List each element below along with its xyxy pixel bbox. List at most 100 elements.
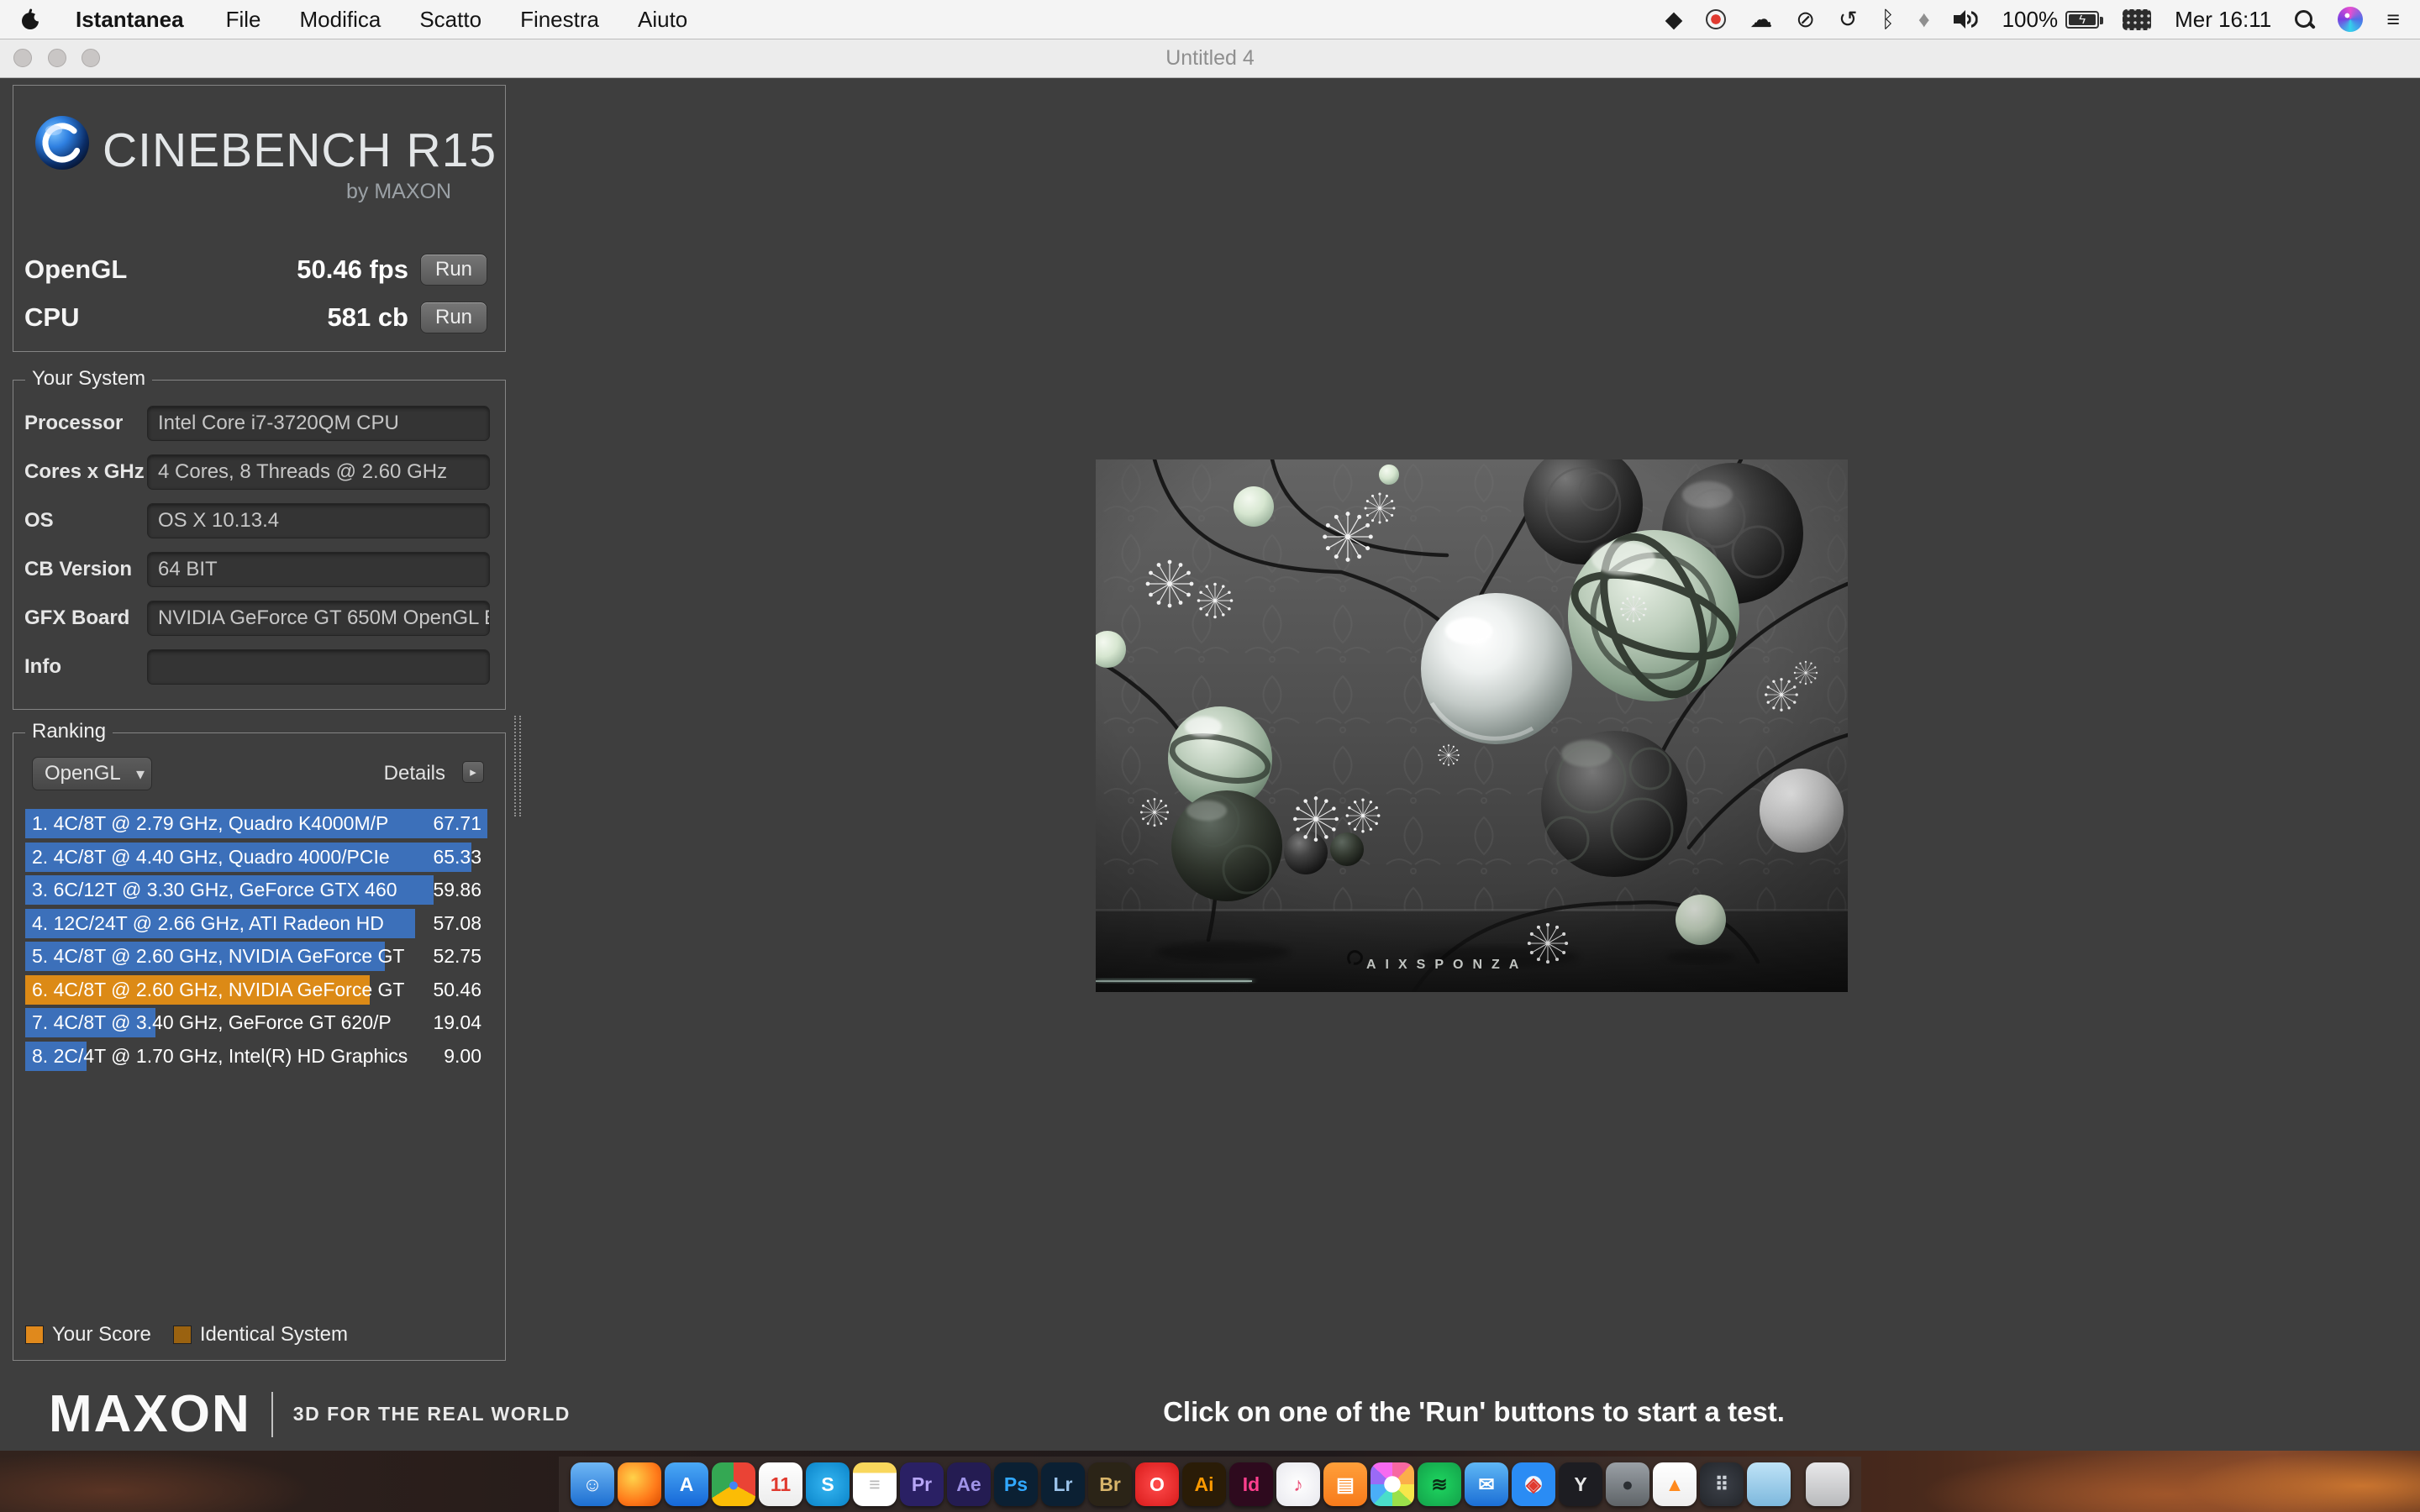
opengl-score: 50.46 fps (297, 255, 408, 285)
cpu-row: CPU 581 cb Run (24, 300, 496, 335)
time-machine-icon[interactable]: ↺ (1839, 8, 1858, 31)
record-indicator-icon[interactable] (1706, 9, 1726, 29)
ranking-row-label: 3. 6C/12T @ 3.30 GHz, GeForce GTX 460 (32, 874, 397, 906)
ranking-row-label: 6. 4C/8T @ 2.60 GHz, NVIDIA GeForce GT (32, 974, 404, 1006)
volume-icon[interactable] (1954, 9, 1979, 29)
dock-icon-finder[interactable]: ☺ (571, 1462, 614, 1506)
dock-icon-indesign[interactable]: Id (1229, 1462, 1273, 1506)
window-title: Untitled 4 (0, 39, 2420, 77)
dock-icon-launchpad[interactable]: ⠿ (1700, 1462, 1744, 1506)
legend-swatch (25, 1326, 44, 1344)
apple-menu-icon[interactable] (20, 8, 40, 31)
ranking-row-label: 4. 12C/24T @ 2.66 GHz, ATI Radeon HD (32, 907, 384, 940)
field-label-gfx-board: GFX Board (24, 606, 147, 630)
battery-icon[interactable]: 100%ϟ (2002, 7, 2100, 33)
opengl-run-button[interactable]: Run (420, 254, 487, 286)
menu-item-scatto[interactable]: Scatto (419, 7, 481, 33)
cpu-run-button[interactable]: Run (420, 302, 487, 333)
dock-icon-chrome[interactable]: ● (712, 1462, 755, 1506)
ranking-row[interactable]: 2. 4C/8T @ 4.40 GHz, Quadro 4000/PCIe65.… (13, 841, 507, 874)
dropbox-icon[interactable]: ◆ (1665, 8, 1683, 31)
dock-icon-opera[interactable]: O (1135, 1462, 1179, 1506)
mail-glyph: ✉ (1478, 1475, 1494, 1494)
dock-icon-photoshop[interactable]: Ps (994, 1462, 1038, 1506)
cloud-sync-icon[interactable]: ☁ (1749, 8, 1772, 31)
dock-icon-premiere[interactable]: Pr (900, 1462, 944, 1506)
lightroom-glyph: Lr (1054, 1475, 1073, 1494)
dock-icon-downloads-folder[interactable] (1747, 1462, 1791, 1506)
dock-icon-itunes[interactable]: ♪ (1276, 1462, 1320, 1506)
field-value-processor: Intel Core i7-3720QM CPU (147, 406, 490, 441)
premiere-glyph: Pr (912, 1475, 932, 1494)
bluetooth-icon[interactable]: ᛒ (1881, 8, 1895, 31)
cpu-label: CPU (24, 302, 79, 333)
clock-icon[interactable]: Mer 16:11 (2175, 7, 2271, 33)
dock-icon-firefox[interactable] (618, 1462, 661, 1506)
dock-icon-bridge[interactable]: Br (1088, 1462, 1132, 1506)
dock-icon-cocktail[interactable]: Y (1559, 1462, 1602, 1506)
airplay-icon[interactable]: ♦ (1918, 8, 1930, 31)
menu-item-modifica[interactable]: Modifica (300, 7, 381, 33)
vlc-glyph: ▲ (1665, 1475, 1685, 1494)
details-disclosure-button[interactable]: ▸ (462, 761, 484, 783)
illustrator-glyph: Ai (1195, 1475, 1214, 1494)
dock-icon-notes[interactable]: ≡ (853, 1462, 897, 1506)
opera-glyph: O (1150, 1475, 1165, 1494)
dock-icon-vlc[interactable]: ▲ (1653, 1462, 1697, 1506)
input-source-icon[interactable] (2123, 9, 2151, 30)
dock-icon-skype[interactable]: S (806, 1462, 850, 1506)
dock-icon-illustrator[interactable]: Ai (1182, 1462, 1226, 1506)
system-row: Cores x GHz4 Cores, 8 Threads @ 2.60 GHz (24, 454, 505, 490)
ranking-row[interactable]: 1. 4C/8T @ 2.79 GHz, Quadro K4000M/P67.7… (13, 807, 507, 841)
cocktail-glyph: Y (1574, 1475, 1586, 1494)
dock-icon-mail[interactable]: ✉ (1465, 1462, 1508, 1506)
menu-item-finestra[interactable]: Finestra (520, 7, 599, 33)
dock-icon-lightroom[interactable]: Lr (1041, 1462, 1085, 1506)
ranking-row-score: 52.75 (433, 940, 481, 973)
ranking-row-label: 2. 4C/8T @ 4.40 GHz, Quadro 4000/PCIe (32, 841, 390, 874)
siri-icon[interactable] (2338, 7, 2363, 32)
dock-icon-calendar[interactable]: 11 (759, 1462, 802, 1506)
field-value-info (147, 649, 490, 685)
app-menu-title[interactable]: Istantanea (76, 7, 184, 33)
system-row: CB Version64 BIT (24, 552, 505, 587)
hint-text: Click on one of the 'Run' buttons to sta… (1054, 1396, 1894, 1428)
ranking-row[interactable]: 7. 4C/8T @ 3.40 GHz, GeForce GT 620/P19.… (13, 1006, 507, 1040)
ranking-filter-dropdown[interactable]: OpenGL ▾ (32, 757, 152, 790)
dock-icon-app-store[interactable]: A (665, 1462, 708, 1506)
menu-item-aiuto[interactable]: Aiuto (638, 7, 687, 33)
ranking-row-label: 8. 2C/4T @ 1.70 GHz, Intel(R) HD Graphic… (32, 1040, 408, 1073)
details-label: Details (384, 762, 445, 785)
dock-icons: ☺A●11S≡PrAePsLrBrOAiId♪▤≋✉◈Y●▲⠿ (559, 1457, 1861, 1512)
notes-glyph: ≡ (869, 1475, 880, 1494)
dock-icon-camera[interactable]: ● (1606, 1462, 1649, 1506)
app-store-glyph: A (680, 1475, 694, 1494)
spotlight-icon[interactable] (2295, 10, 2314, 29)
splitter-handle[interactable] (514, 716, 521, 816)
dock-icon-photos[interactable] (1370, 1462, 1414, 1506)
legend-label: Identical System (200, 1323, 348, 1347)
dock-icon-safari[interactable]: ◈ (1512, 1462, 1555, 1506)
notification-center-icon[interactable]: ≡ (2386, 8, 2400, 31)
ranking-row[interactable]: 8. 2C/4T @ 1.70 GHz, Intel(R) HD Graphic… (13, 1040, 507, 1074)
ranking-panel: Ranking OpenGL ▾ Details ▸ 1. 4C/8T @ 2.… (13, 732, 506, 1361)
ranking-row[interactable]: 5. 4C/8T @ 2.60 GHz, NVIDIA GeForce GT52… (13, 940, 507, 974)
ranking-row[interactable]: 3. 6C/12T @ 3.30 GHz, GeForce GTX 46059.… (13, 874, 507, 907)
field-label-info: Info (24, 655, 147, 679)
ranking-row-score: 50.46 (433, 974, 481, 1006)
dock-icon-trash[interactable] (1806, 1462, 1849, 1506)
ranking-rows: 1. 4C/8T @ 2.79 GHz, Quadro K4000M/P67.7… (13, 807, 507, 1073)
app-title: CINEBENCH R15 (103, 123, 497, 178)
ranking-row[interactable]: 6. 4C/8T @ 2.60 GHz, NVIDIA GeForce GT 50… (13, 974, 507, 1007)
ranking-row[interactable]: 4. 12C/24T @ 2.66 GHz, ATI Radeon HD57.0… (13, 907, 507, 941)
your-system-panel: Your System ProcessorIntel Core i7-3720Q… (13, 380, 506, 710)
dock-icon-books[interactable]: ▤ (1323, 1462, 1367, 1506)
notifications-off-icon[interactable]: ⊘ (1796, 8, 1815, 31)
field-value-cores-x-ghz: 4 Cores, 8 Threads @ 2.60 GHz (147, 454, 490, 490)
launchpad-glyph: ⠿ (1715, 1475, 1729, 1494)
dock-icon-spotify[interactable]: ≋ (1418, 1462, 1461, 1506)
menu-item-file[interactable]: File (226, 7, 261, 33)
dock-icon-after-effects[interactable]: Ae (947, 1462, 991, 1506)
maxon-logo: MAXON (49, 1384, 251, 1444)
system-row: OSOS X 10.13.4 (24, 503, 505, 538)
